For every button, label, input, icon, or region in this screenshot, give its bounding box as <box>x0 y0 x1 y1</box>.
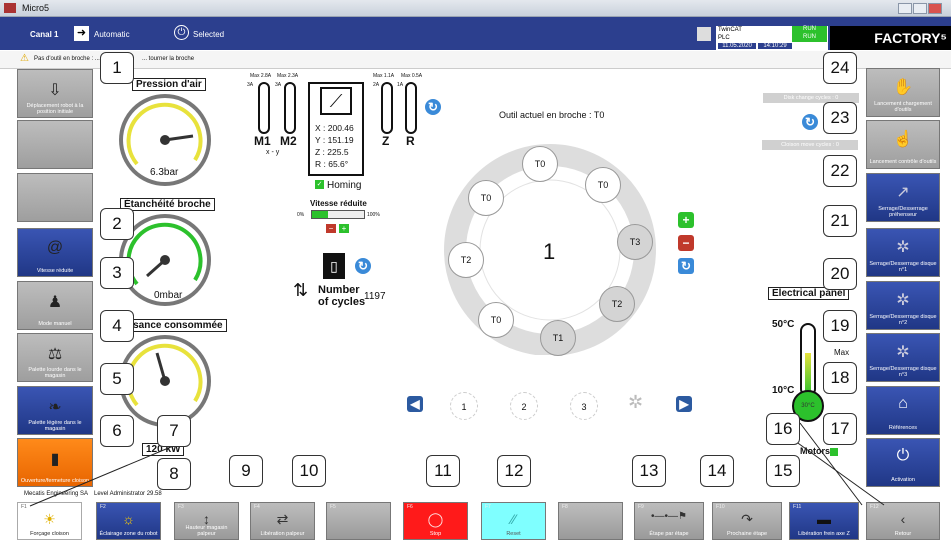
callout-1: 1 <box>100 52 134 84</box>
callout-24: 24 <box>823 52 857 84</box>
callout-21: 21 <box>823 205 857 237</box>
callout-lines <box>29 422 885 507</box>
callout-5: 5 <box>100 363 134 395</box>
callout-2: 2 <box>100 208 134 240</box>
callout-16: 16 <box>766 413 800 445</box>
callout-17: 17 <box>823 413 857 445</box>
callout-14: 14 <box>700 455 734 487</box>
callout-12: 12 <box>497 455 531 487</box>
callout-7: 7 <box>157 415 191 447</box>
callout-9: 9 <box>229 455 263 487</box>
callout-19: 19 <box>823 310 857 342</box>
callout-10: 10 <box>292 455 326 487</box>
callout-6: 6 <box>100 415 134 447</box>
callout-4: 4 <box>100 310 134 342</box>
callout-22: 22 <box>823 155 857 187</box>
callout-11: 11 <box>426 455 460 487</box>
callout-23: 23 <box>823 102 857 134</box>
callout-13: 13 <box>632 455 666 487</box>
callout-18: 18 <box>823 362 857 394</box>
callout-15: 15 <box>766 455 800 487</box>
callout-3: 3 <box>100 257 134 289</box>
callout-8: 8 <box>157 458 191 490</box>
callout-20: 20 <box>823 258 857 290</box>
